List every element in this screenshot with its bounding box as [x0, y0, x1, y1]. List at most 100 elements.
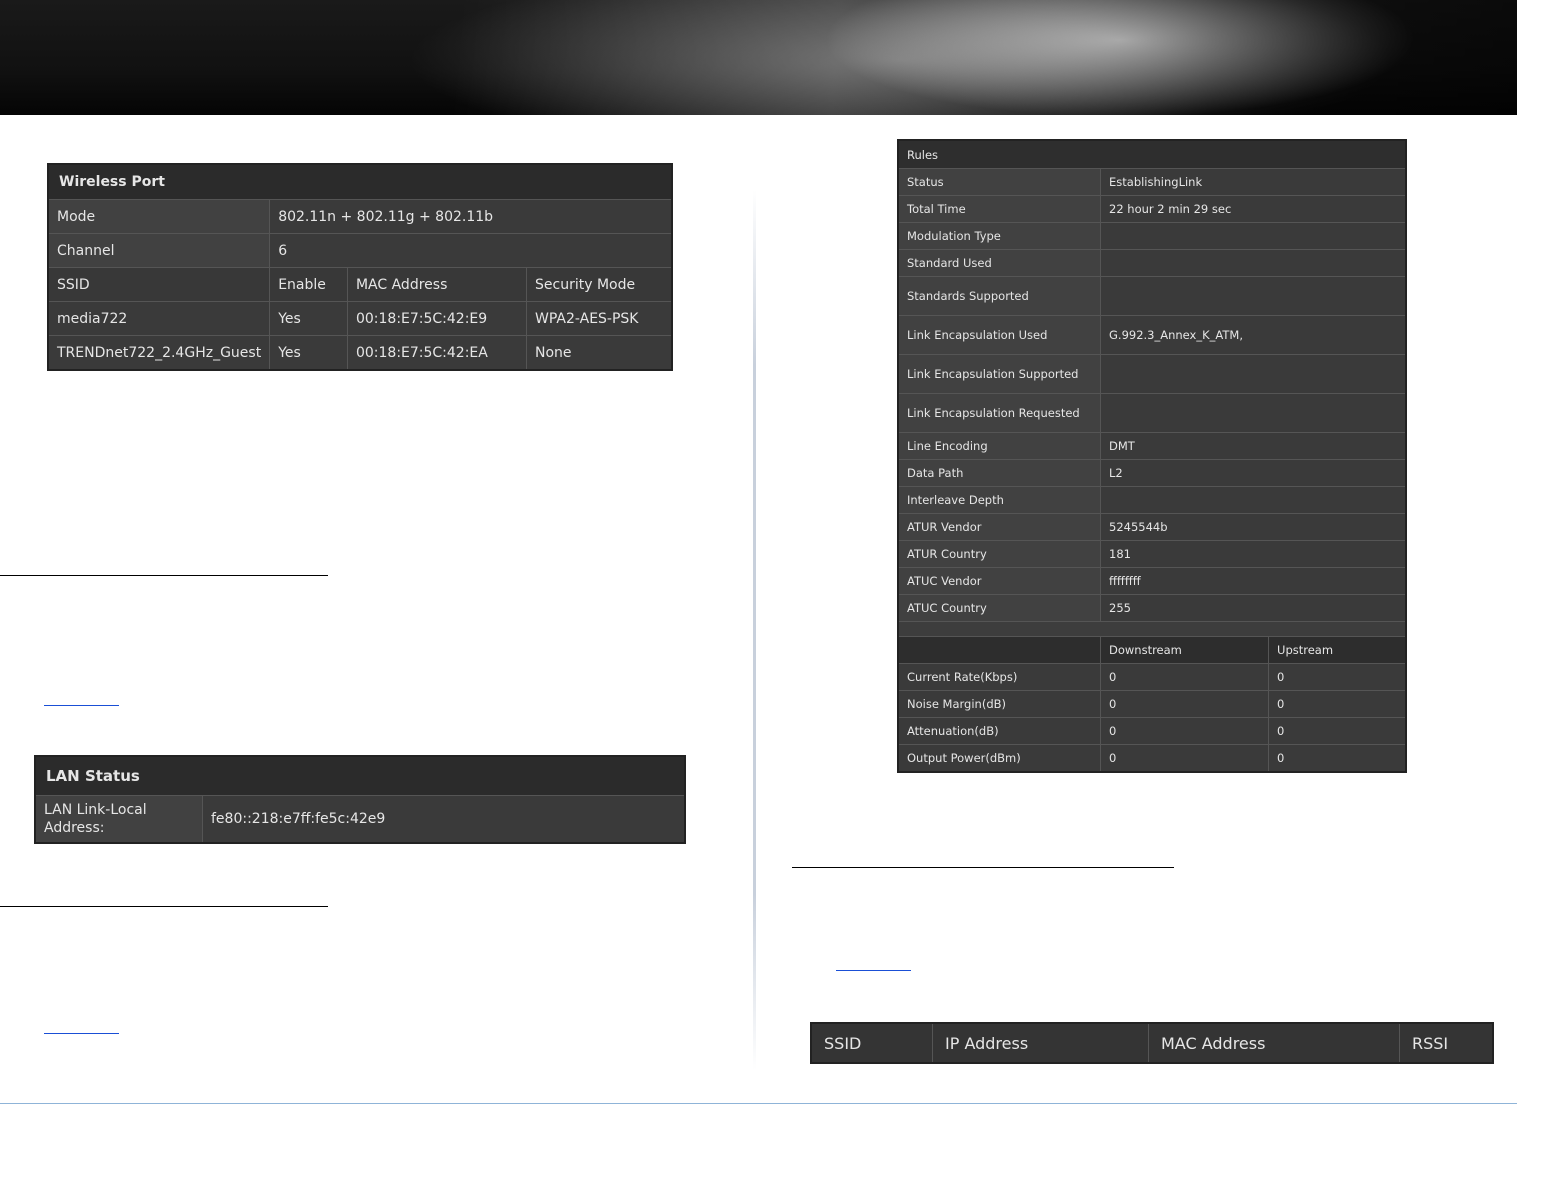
field-label: Total Time — [897, 195, 1101, 223]
header-banner — [0, 0, 1517, 115]
table-cell: 00:18:E7:5C:42:E9 — [346, 301, 528, 336]
table-row: Interleave Depth — [897, 486, 1407, 514]
table-cell: None — [526, 335, 673, 371]
field-label: Link Encapsulation Requested — [897, 393, 1101, 433]
field-label: Status — [897, 168, 1101, 196]
table-row: Standards Supported — [897, 276, 1407, 316]
column-divider — [753, 190, 756, 1070]
field-value — [1100, 486, 1407, 514]
channel-label: Channel — [47, 233, 271, 268]
link[interactable] — [44, 1033, 119, 1034]
field-label: Line Encoding — [897, 432, 1101, 460]
table-row: Attenuation(dB) 0 0 — [897, 717, 1407, 745]
field-value: DMT — [1100, 432, 1407, 460]
field-value: 255 — [1100, 594, 1407, 622]
table-cell: Yes — [269, 335, 348, 371]
table-row: Noise Margin(dB) 0 0 — [897, 690, 1407, 718]
field-value: L2 — [1100, 459, 1407, 487]
field-value: G.992.3_Annex_K_ATM, — [1100, 315, 1407, 355]
rate-value: 0 — [1268, 717, 1407, 745]
lan-status-table: LAN Status LAN Link-Local Address: fe80:… — [34, 755, 686, 844]
field-label: ATUR Vendor — [897, 513, 1101, 541]
section-heading-rule — [0, 906, 328, 907]
wireless-port-table: Wireless Port Mode 802.11n + 802.11g + 8… — [47, 163, 673, 371]
table-title: Rules — [897, 139, 1407, 169]
field-label: Modulation Type — [897, 222, 1101, 250]
table-row: ATUC Vendor ffffffff — [897, 567, 1407, 595]
field-label: Interleave Depth — [897, 486, 1101, 514]
column-header: SSID — [810, 1022, 933, 1064]
field-value — [1100, 222, 1407, 250]
table-cell: TRENDnet722_2.4GHz_Guest — [47, 335, 271, 371]
table-cell: 00:18:E7:5C:42:EA — [346, 335, 528, 371]
table-row: ATUR Country 181 — [897, 540, 1407, 568]
field-value: 181 — [1100, 540, 1407, 568]
table-row: Status EstablishingLink — [897, 168, 1407, 196]
column-header: IP Address — [932, 1022, 1149, 1064]
field-value — [1100, 354, 1407, 394]
field-label: Link Encapsulation Used — [897, 315, 1101, 355]
table-row: media722 Yes 00:18:E7:5C:42:E9 WPA2-AES-… — [47, 301, 673, 336]
rate-label: Current Rate(Kbps) — [897, 663, 1101, 691]
column-header — [897, 636, 1101, 664]
channel-value: 6 — [269, 233, 673, 268]
link[interactable] — [44, 705, 119, 706]
rate-label: Output Power(dBm) — [897, 744, 1101, 773]
field-value: EstablishingLink — [1100, 168, 1407, 196]
column-header: MAC Address — [1148, 1022, 1400, 1064]
field-label: Standards Supported — [897, 276, 1101, 316]
field-value — [1100, 393, 1407, 433]
mode-value: 802.11n + 802.11g + 802.11b — [269, 199, 673, 234]
table-spacer — [897, 621, 1407, 637]
field-label: ATUC Vendor — [897, 567, 1101, 595]
table-title: LAN Status — [34, 755, 686, 796]
column-header: SSID — [47, 267, 271, 302]
lan-address-label: LAN Link-Local Address: — [34, 795, 203, 844]
table-row: Link Encapsulation Supported — [897, 354, 1407, 394]
column-header: RSSI — [1399, 1022, 1494, 1064]
field-value — [1100, 276, 1407, 316]
field-value — [1100, 249, 1407, 277]
rules-table: Rules Status EstablishingLink Total Time 2… — [897, 139, 1407, 773]
column-header: Enable — [269, 267, 348, 302]
link[interactable] — [836, 970, 911, 971]
table-row: Total Time 22 hour 2 min 29 sec — [897, 195, 1407, 223]
table-row: Modulation Type — [897, 222, 1407, 250]
column-header: Upstream — [1268, 636, 1407, 664]
section-heading-rule — [0, 575, 328, 576]
table-row: Link Encapsulation Requested — [897, 393, 1407, 433]
table-row: Data Path L2 — [897, 459, 1407, 487]
rate-value: 0 — [1099, 690, 1270, 718]
table-row: Link Encapsulation Used G.992.3_Annex_K_A… — [897, 315, 1407, 355]
table-row: ATUR Vendor 5245544b — [897, 513, 1407, 541]
field-value: 22 hour 2 min 29 sec — [1100, 195, 1407, 223]
column-header: MAC Address — [346, 267, 528, 302]
field-label: Data Path — [897, 459, 1101, 487]
rate-value: 0 — [1099, 663, 1270, 691]
rate-value: 0 — [1268, 744, 1407, 773]
table-row: Standard Used — [897, 249, 1407, 277]
field-value: 5245544b — [1100, 513, 1407, 541]
rate-label: Attenuation(dB) — [897, 717, 1101, 745]
table-row: TRENDnet722_2.4GHz_Guest Yes 00:18:E7:5C… — [47, 335, 673, 371]
field-label: Standard Used — [897, 249, 1101, 277]
table-row: ATUC Country 255 — [897, 594, 1407, 622]
field-label: Link Encapsulation Supported — [897, 354, 1101, 394]
rate-value: 0 — [1099, 717, 1270, 745]
table-row: Output Power(dBm) 0 0 — [897, 744, 1407, 773]
table-row: Line Encoding DMT — [897, 432, 1407, 460]
column-header: Security Mode — [526, 267, 673, 302]
mode-label: Mode — [47, 199, 271, 234]
field-label: ATUC Country — [897, 594, 1101, 622]
wireless-clients-table: SSID IP Address MAC Address RSSI — [810, 1022, 1494, 1064]
field-value: ffffffff — [1100, 567, 1407, 595]
table-cell: WPA2-AES-PSK — [526, 301, 673, 336]
table-title: Wireless Port — [47, 163, 673, 200]
rate-label: Noise Margin(dB) — [897, 690, 1101, 718]
rate-value: 0 — [1268, 663, 1407, 691]
table-cell: media722 — [47, 301, 271, 336]
section-heading-rule — [792, 867, 1174, 868]
field-label: ATUR Country — [897, 540, 1101, 568]
table-cell: Yes — [269, 301, 348, 336]
rate-value: 0 — [1268, 690, 1407, 718]
